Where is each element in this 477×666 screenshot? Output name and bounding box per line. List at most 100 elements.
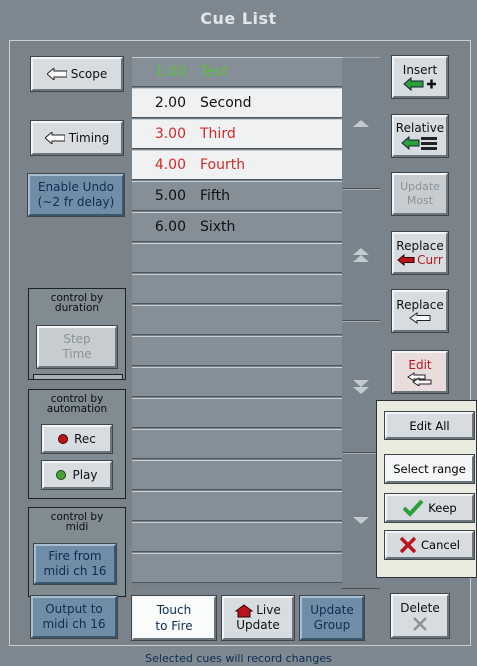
cue-number: 6.00 [154,219,186,235]
select-range-button[interactable]: Select range [384,454,475,484]
cue-name: Second [200,95,252,111]
rec-button[interactable]: Rec [41,424,113,454]
empty-cue-row[interactable] [132,553,342,583]
midi-group: control by midi Fire from midi ch 16 [28,507,126,597]
cross-icon [399,536,417,554]
empty-cue-row[interactable] [132,305,342,335]
record-dot-icon [58,434,69,444]
empty-cue-row[interactable] [132,367,342,397]
cue-number: 3.00 [154,126,186,142]
cue-row[interactable]: 6.00 Sixth [132,212,342,242]
cue-number: 2.00 [154,95,186,111]
cue-list-window: Cue List Scope Timing Enable Undo (~2 fr… [0,0,477,666]
touch-line2: to Fire [155,619,193,633]
empty-cue-row[interactable] [132,429,342,459]
live-line1: Live [256,603,281,617]
page-down-button[interactable] [342,321,380,453]
edit-label: Edit [408,358,432,372]
empty-cue-row[interactable] [132,274,342,304]
cue-list[interactable]: 1.00 Test 2.00 Second 3.00 Third 4.00 Fourth 5.0… [132,57,342,589]
step-time-line2: Time [62,347,92,361]
replace-label: Replace [396,298,444,312]
cue-row[interactable]: 5.00 Fifth [132,181,342,211]
touch-to-fire-button[interactable]: Touch to Fire [131,595,217,641]
cue-name: Third [200,126,236,142]
page-up-button[interactable] [342,189,380,321]
cue-number: 5.00 [154,188,186,204]
duration-group: control by duration Step Time [28,288,126,380]
scroll-down-button[interactable] [342,453,380,589]
fire-from-midi-button[interactable]: Fire from midi ch 16 [33,543,117,585]
scope-label: Scope [70,67,108,81]
cue-row[interactable]: 3.00 Third [132,119,342,149]
cue-row[interactable]: 2.00 Second [132,88,342,118]
duration-group-label-2: duration [54,302,100,314]
insert-label: Insert [402,63,438,77]
cue-number: 1.00 [154,64,186,80]
replace-button[interactable]: Replace [391,289,449,333]
fire-from-line2: midi ch 16 [43,564,107,578]
output-line2: midi ch 16 [42,617,106,631]
replace-curr-label: Replace [396,239,444,253]
arrow-left-icon [46,68,67,80]
cue-name: Test [200,64,228,80]
update-group-line1: Update [310,603,354,617]
cue-number: 4.00 [154,157,186,173]
step-time-progress [33,374,123,380]
empty-cue-row[interactable] [132,491,342,521]
play-label: Play [72,468,98,482]
red-arrow-left-icon [397,254,415,266]
enable-undo-line2: (~2 fr delay) [37,195,115,209]
update-group-button[interactable]: Update Group [299,595,365,641]
play-dot-icon [56,470,67,480]
double-chevron-up-icon [353,248,369,262]
insert-button[interactable]: Insert [391,55,449,99]
empty-cue-row[interactable] [132,336,342,366]
double-chevron-down-icon [353,380,369,394]
keep-button[interactable]: Keep [384,493,475,523]
select-range-label: Select range [393,462,466,476]
enable-undo-button[interactable]: Enable Undo (~2 fr delay) [27,173,125,217]
output-to-midi-button[interactable]: Output to midi ch 16 [30,595,118,639]
arrow-left-icon [409,312,431,324]
edit-arrows-icon [407,372,432,386]
keep-label: Keep [428,501,457,515]
relative-label: Relative [395,121,445,135]
timing-button[interactable]: Timing [30,120,124,156]
status-text: Selected cues will record changes [145,652,332,665]
cue-name: Fifth [200,188,230,204]
house-icon [235,603,254,617]
empty-cue-row[interactable] [132,522,342,552]
empty-cue-row[interactable] [132,460,342,490]
relative-button[interactable]: Relative [391,114,449,158]
replace-curr-sub: Curr [417,253,443,267]
empty-cue-row[interactable] [132,398,342,428]
live-line2: Update [236,618,280,632]
chevron-down-icon [353,517,369,524]
scroll-controls [342,57,380,589]
relative-arrow-list-icon [401,135,437,151]
automation-group: control by automation Rec Play [28,389,126,499]
automation-group-label-2: automation [46,403,108,415]
cancel-button[interactable]: Cancel [384,530,475,560]
cue-row[interactable]: 4.00 Fourth [132,150,342,180]
step-time-button[interactable]: Step Time [36,325,118,369]
timing-label: Timing [68,131,110,145]
play-button[interactable]: Play [41,460,113,490]
edit-all-button[interactable]: Edit All [384,411,475,440]
window-title: Cue List [0,0,477,37]
cue-row[interactable]: 1.00 Test [132,57,342,87]
scroll-up-button[interactable] [342,57,380,189]
edit-button[interactable]: Edit [391,350,449,394]
replace-curr-button[interactable]: Replace Curr [391,231,449,275]
delete-label: Delete [400,600,440,615]
empty-cue-row[interactable] [132,243,342,273]
delete-button[interactable]: Delete [390,593,450,639]
scope-button[interactable]: Scope [30,56,124,92]
cue-name: Fourth [200,157,246,173]
update-most-line2: Most [406,194,434,207]
enable-undo-line1: Enable Undo [37,180,115,194]
update-most-button[interactable]: Update Most [391,172,449,216]
live-update-button[interactable]: Live Update [221,595,295,641]
update-group-line2: Group [313,618,351,632]
